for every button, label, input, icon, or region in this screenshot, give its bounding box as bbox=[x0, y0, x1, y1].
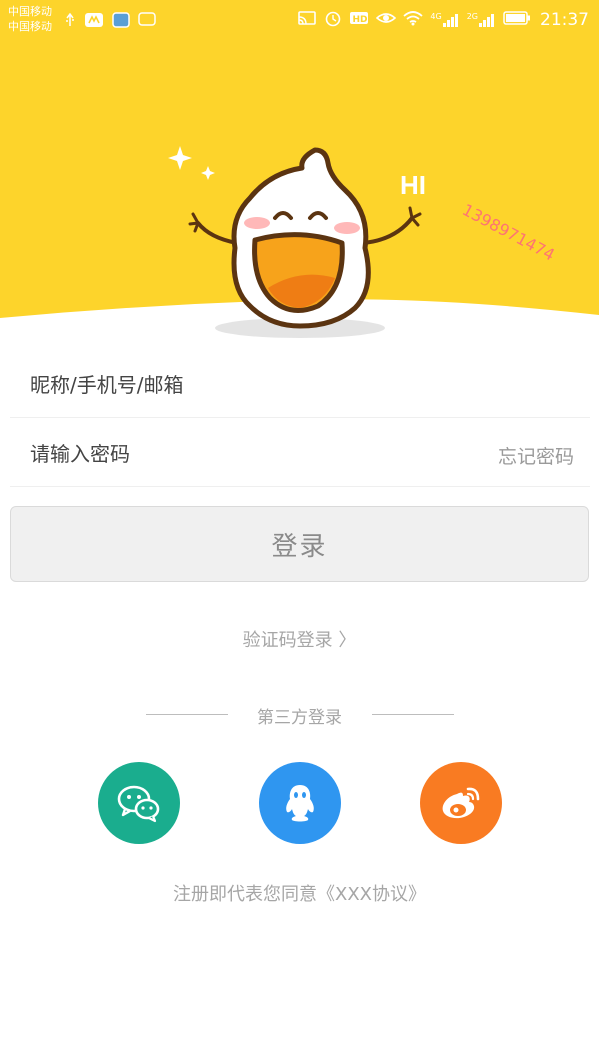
code-login-link[interactable]: 验证码登录 〉 bbox=[0, 626, 599, 652]
login-header: HI 1398971474 bbox=[0, 0, 599, 340]
forgot-password-link[interactable]: 忘记密码 bbox=[498, 442, 574, 469]
message-icon bbox=[138, 12, 156, 31]
weibo-icon bbox=[442, 787, 480, 819]
hd-icon: HD bbox=[349, 10, 369, 29]
wifi-icon bbox=[403, 10, 424, 29]
third-party-label: 第三方登录 bbox=[257, 708, 342, 728]
password-field-row: 忘记密码 bbox=[10, 421, 590, 487]
app-notification-icon bbox=[84, 12, 104, 31]
cellular-signal-icon: 2G bbox=[467, 12, 496, 28]
system-icons: HD 4G 2G 21:37 bbox=[297, 9, 589, 30]
qq-login-button[interactable] bbox=[259, 762, 341, 844]
carrier-name: 中国移动 bbox=[8, 5, 52, 18]
battery-icon bbox=[503, 11, 531, 28]
notification-icons bbox=[64, 12, 156, 31]
eye-comfort-icon bbox=[376, 10, 397, 29]
cellular-signal-icon: 4G bbox=[430, 12, 459, 28]
password-input[interactable] bbox=[10, 441, 430, 466]
mascot-illustration: HI bbox=[168, 146, 426, 338]
qq-icon bbox=[286, 785, 314, 822]
carrier-info: 中国移动 中国移动 bbox=[8, 4, 52, 34]
weibo-login-button[interactable] bbox=[420, 762, 502, 844]
agreement-text[interactable]: 注册即代表您同意《XXX协议》 bbox=[0, 880, 599, 906]
clock: 21:37 bbox=[540, 9, 589, 30]
account-input[interactable] bbox=[10, 372, 430, 397]
greeting-text: HI bbox=[400, 170, 426, 200]
network-type: 2G bbox=[466, 11, 478, 21]
wechat-icon bbox=[117, 785, 160, 823]
cast-icon bbox=[297, 10, 317, 29]
svg-text:HD: HD bbox=[353, 15, 368, 25]
alarm-icon bbox=[324, 9, 342, 30]
divider-right bbox=[372, 714, 454, 715]
account-field-row bbox=[10, 352, 590, 418]
wechat-login-button[interactable] bbox=[98, 762, 180, 844]
network-type: 4G bbox=[430, 11, 442, 21]
app-notification-icon bbox=[112, 12, 130, 31]
carrier-name: 中国移动 bbox=[8, 20, 52, 33]
usb-icon bbox=[64, 12, 76, 30]
login-button[interactable]: 登录 bbox=[10, 506, 589, 582]
status-bar: 中国移动 中国移动 HD 4G 2G 21:37 bbox=[0, 0, 599, 40]
